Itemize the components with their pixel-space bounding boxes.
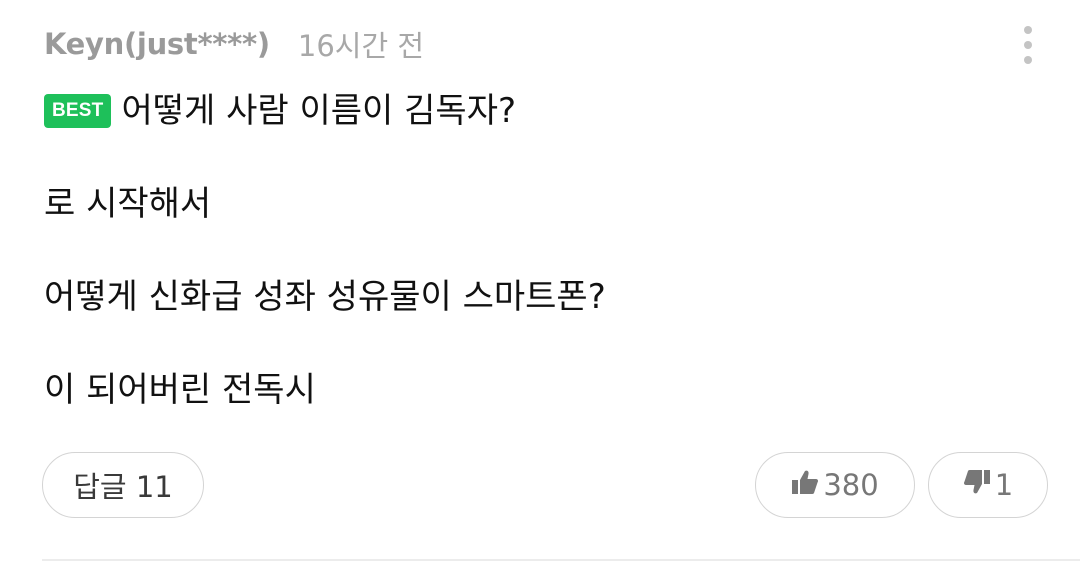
reply-button-label: 답글 11 bbox=[73, 470, 173, 504]
comment-line: 로 시작해서 bbox=[44, 179, 1044, 229]
best-badge: BEST bbox=[44, 94, 112, 128]
dislike-count: 1 bbox=[994, 468, 1014, 502]
comment-text-line-2: 로 시작해서 bbox=[44, 184, 212, 224]
comment-text-line-3: 어떻게 신화급 성좌 성유물이 스마트폰? bbox=[44, 277, 606, 317]
like-count: 380 bbox=[823, 468, 879, 502]
reply-button[interactable]: 답글 11 bbox=[42, 452, 204, 518]
comment-text-line-1: 어떻게 사람 이름이 김독자? bbox=[121, 91, 517, 131]
thumbs-up-icon bbox=[791, 468, 819, 502]
comment-header: Keyn(just****) 16시간 전 bbox=[44, 22, 424, 66]
comment-divider bbox=[42, 559, 1080, 561]
comment-timestamp: 16시간 전 bbox=[297, 29, 425, 63]
author-name[interactable]: Keyn(just****) bbox=[44, 27, 270, 61]
comment-line: BEST 어떻게 사람 이름이 김독자? bbox=[44, 86, 1044, 136]
like-button[interactable]: 380 bbox=[755, 452, 915, 518]
more-options-icon[interactable] bbox=[1016, 26, 1040, 64]
comment-text-line-4: 이 되어버린 전독시 bbox=[44, 370, 316, 410]
comment-line: 어떻게 신화급 성좌 성유물이 스마트폰? bbox=[44, 272, 1044, 322]
dislike-button[interactable]: 1 bbox=[928, 452, 1048, 518]
thumbs-down-icon bbox=[963, 468, 991, 502]
comment-card: Keyn(just****) 16시간 전 BEST 어떻게 사람 이름이 김독… bbox=[0, 0, 1080, 565]
comment-line: 이 되어버린 전독시 bbox=[44, 365, 1044, 415]
comment-body: BEST 어떻게 사람 이름이 김독자? 로 시작해서 어떻게 신화급 성좌 성… bbox=[44, 86, 1044, 415]
